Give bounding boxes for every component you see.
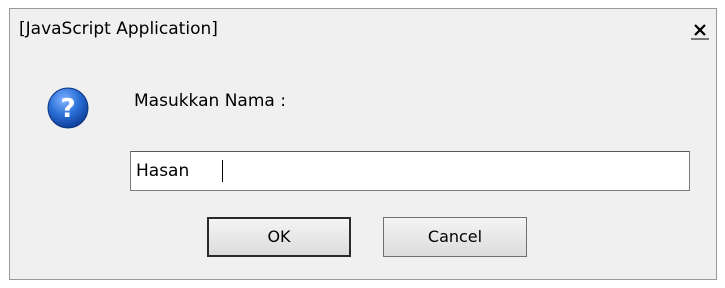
title-bar[interactable]: [JavaScript Application] <box>10 9 716 49</box>
name-input[interactable] <box>130 151 690 191</box>
cancel-button[interactable]: Cancel <box>383 217 527 257</box>
text-caret <box>222 160 223 182</box>
close-icon[interactable] <box>690 20 710 40</box>
window-title: [JavaScript Application] <box>19 19 218 39</box>
ok-button[interactable]: OK <box>207 217 351 257</box>
question-icon: ? <box>47 87 89 129</box>
prompt-dialog: [JavaScript Application] ? Masukkan Nama… <box>9 8 717 280</box>
svg-text:?: ? <box>60 94 75 124</box>
prompt-label: Masukkan Nama : <box>134 91 286 111</box>
